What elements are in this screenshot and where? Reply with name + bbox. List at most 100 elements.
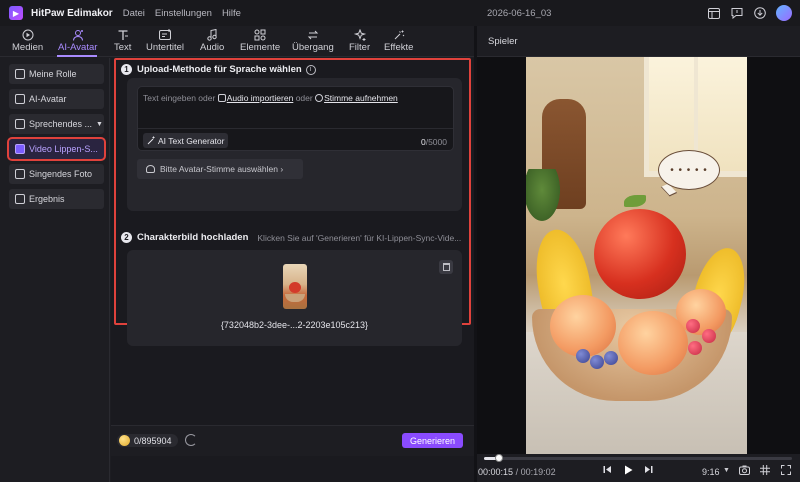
select-avatar-voice-button[interactable]: Bitte Avatar-Stimme auswählen › [137, 159, 303, 179]
tool-filter[interactable]: Filter [349, 28, 370, 53]
tool-effects-label: Effekte [384, 42, 414, 53]
ai-text-generator-button[interactable]: AI Text Generator [143, 133, 229, 148]
title-bar: ▶ HitPaw Edimakor Datei Einstellungen Hi… [0, 0, 800, 26]
download-icon[interactable] [753, 6, 767, 20]
info-icon[interactable]: i [305, 64, 316, 75]
apple-leaf [624, 195, 646, 207]
tool-subtitle[interactable]: Untertitel [146, 28, 184, 53]
menu-file[interactable]: Datei [123, 8, 145, 19]
trash-icon[interactable] [439, 260, 453, 274]
speech-bubble: • • • • • [658, 150, 720, 190]
result-icon [15, 194, 25, 204]
tool-ai-avatar[interactable]: AI-Avatar [58, 28, 97, 53]
singing-photo-icon [15, 169, 25, 179]
tool-effects[interactable]: Effekte [384, 28, 413, 53]
editor-left-panel: Medien AI-Avatar Text Untertitel Audio E… [0, 26, 474, 482]
transition-icon [307, 28, 319, 42]
divider [138, 128, 453, 129]
layout-icon[interactable] [707, 6, 721, 20]
aspect-ratio-select[interactable]: 9:16 [702, 467, 720, 477]
feedback-icon[interactable] [730, 6, 744, 20]
subtitle-icon [158, 28, 172, 42]
record-voice-link[interactable]: Stimme aufnehmen [324, 93, 398, 103]
menu-settings[interactable]: Einstellungen [155, 8, 212, 19]
grid-icon[interactable] [760, 465, 770, 475]
sidebar-item-sprechendes[interactable]: Sprechendes ... ▼ [9, 114, 104, 134]
tool-text[interactable]: Text [114, 28, 131, 53]
sidebar-item-label: AI-Avatar [29, 94, 67, 104]
seek-bar[interactable] [484, 454, 792, 462]
app-logo-icon: ▶ [9, 6, 23, 20]
chevron-down-icon: ▼ [96, 120, 103, 128]
credits-value: 0/895904 [134, 435, 172, 446]
sidebar-item-meine-rolle[interactable]: Meine Rolle [9, 64, 104, 84]
tool-elements[interactable]: Elemente [240, 28, 280, 53]
time-display: 00:00:15 / 00:19:02 [478, 467, 556, 477]
chevron-down-icon[interactable]: ▼ [723, 467, 730, 474]
import-audio-link[interactable]: Audio importieren [227, 93, 294, 103]
ai-avatar-icon [72, 28, 84, 42]
sidebar-item-singendes-foto[interactable]: Singendes Foto [9, 164, 104, 184]
sidebar-item-label: Video Lippen-S... [29, 144, 98, 154]
coin-icon [119, 435, 130, 446]
document-title: 2026-06-16_03 [487, 8, 552, 19]
tool-elements-label: Elemente [240, 42, 281, 53]
effects-icon [393, 28, 405, 42]
peach [618, 311, 688, 375]
tool-media-label: Medien [12, 42, 44, 53]
character-file-name: {732048b2-3dee-...2-2203e105c213} [220, 320, 369, 330]
peach [550, 295, 616, 357]
magic-wand-icon [147, 136, 155, 145]
section2-heading: 2 Charakterbild hochladen Klicken Sie au… [121, 232, 461, 243]
section2-hint: Klicken Sie auf 'Generieren' für KI-Lipp… [257, 232, 462, 243]
avatar-icon [15, 94, 25, 104]
current-time: 00:00:15 [478, 467, 514, 477]
video-preview[interactable]: • • • • • [526, 57, 747, 454]
voice-avatar-icon [146, 165, 155, 173]
step-number: 2 [121, 232, 132, 243]
char-counter: 0/5000 [421, 137, 447, 147]
filter-icon [353, 28, 366, 42]
record-voice-icon [315, 94, 324, 102]
total-time: / 00:19:02 [515, 467, 556, 477]
char-limit: /5000 [425, 137, 447, 147]
ai-text-generator-label: AI Text Generator [158, 135, 225, 146]
role-icon [15, 69, 25, 79]
play-icon[interactable] [624, 465, 633, 475]
speech-text-input[interactable]: Text eingeben oder Audio importieren ode… [137, 86, 454, 151]
refresh-icon[interactable] [185, 434, 197, 446]
tool-media[interactable]: Medien [12, 28, 43, 53]
next-frame-icon[interactable] [644, 465, 653, 474]
section2-title: Charakterbild hochladen [137, 232, 249, 243]
lip-sync-content: 1 Upload-Methode für Sprache wählen i Te… [111, 58, 474, 482]
angry-apple [594, 209, 686, 299]
lip-sync-icon [15, 144, 25, 154]
tool-audio[interactable]: Audio [200, 28, 224, 53]
main-toolbar: Medien AI-Avatar Text Untertitel Audio E… [0, 26, 474, 57]
sidebar-item-ai-avatar[interactable]: AI-Avatar [9, 89, 104, 109]
active-tab-indicator [57, 55, 97, 57]
character-thumbnail[interactable] [283, 264, 307, 309]
prompt-or: oder [295, 93, 313, 103]
tool-text-label: Text [114, 42, 132, 53]
sidebar-item-video-lippen-sync[interactable]: Video Lippen-S... [7, 137, 106, 161]
text-icon [117, 28, 129, 42]
credits-badge: 0/895904 [117, 434, 178, 447]
app-name: HitPaw Edimakor [31, 7, 113, 19]
seek-handle[interactable] [495, 454, 504, 462]
speech-upload-card: Text eingeben oder Audio importieren ode… [127, 78, 462, 211]
sidebar-item-label: Ergebnis [29, 194, 65, 204]
generate-button[interactable]: Generieren [402, 433, 463, 448]
character-image-card: {732048b2-3dee-...2-2203e105c213} [127, 250, 462, 346]
tool-audio-label: Audio [200, 42, 225, 53]
tool-subtitle-label: Untertitel [146, 42, 185, 53]
sidebar-item-ergebnis[interactable]: Ergebnis [9, 189, 104, 209]
tool-transition[interactable]: Übergang [292, 28, 334, 53]
import-audio-icon [217, 94, 226, 102]
fullscreen-icon[interactable] [781, 465, 791, 475]
previous-frame-icon[interactable] [603, 465, 612, 474]
snapshot-icon[interactable] [739, 465, 750, 475]
user-avatar[interactable] [776, 5, 792, 21]
plant [526, 169, 560, 221]
menu-help[interactable]: Hilfe [222, 8, 241, 19]
